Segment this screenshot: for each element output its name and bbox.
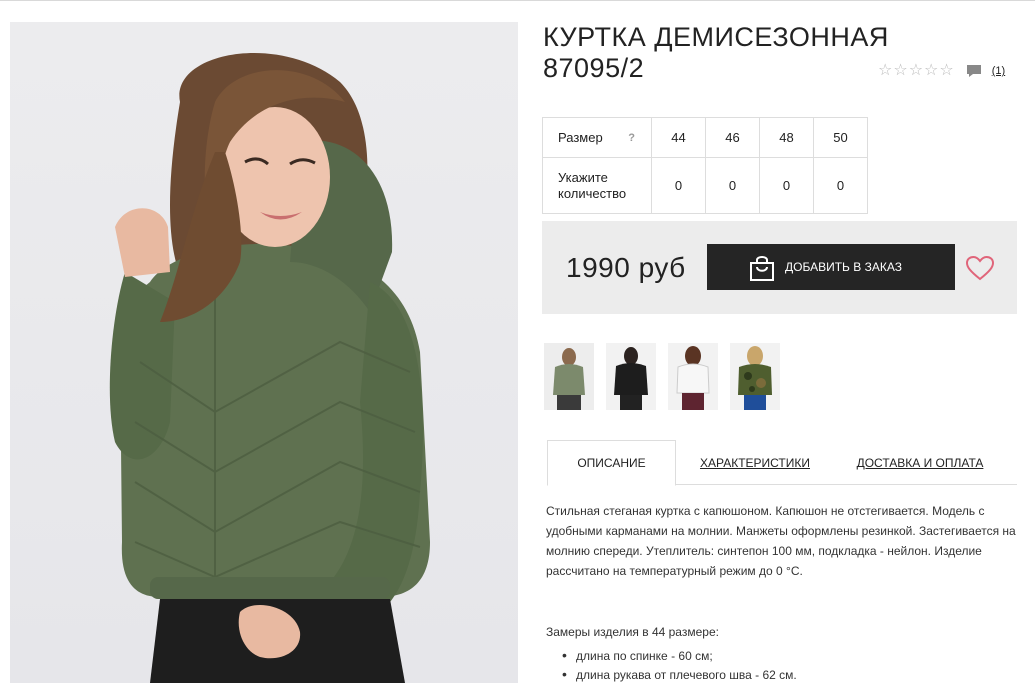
size-44: 44 — [651, 117, 706, 158]
thumbnail-image — [730, 343, 780, 410]
star-icon[interactable]: ☆ — [878, 63, 892, 79]
size-46: 46 — [705, 117, 760, 158]
size-label-cell: Размер ? — [542, 117, 652, 158]
quantity-input-48[interactable]: 0 — [759, 157, 814, 214]
star-icon[interactable]: ☆ — [909, 63, 923, 79]
thumbnail-camouflage[interactable] — [730, 343, 780, 410]
star-icon[interactable]: ☆ — [893, 63, 907, 79]
list-item: длина рукава от плечевого шва - 62 см. — [562, 665, 797, 683]
price: 1990 руб — [566, 252, 686, 283]
tab-delivery-payment[interactable]: ДОСТАВКА И ОПЛАТА — [855, 440, 985, 485]
add-to-order-label: ДОБАВИТЬ В ЗАКАЗ — [785, 260, 902, 274]
review-count-link[interactable]: (1) — [992, 65, 1005, 77]
size-label: Размер — [558, 129, 603, 145]
quantity-input-50[interactable]: 0 — [813, 157, 868, 214]
color-thumbnails — [544, 343, 780, 410]
measurements-title: Замеры изделия в 44 размере: — [546, 625, 719, 639]
size-table: Размер ? 44 46 48 50 Укажите количество … — [542, 117, 868, 214]
product-title-line1: КУРТКА ДЕМИСЕЗОННАЯ — [543, 22, 889, 52]
quantity-row: Укажите количество 0 0 0 0 — [542, 157, 868, 214]
size-50: 50 — [813, 117, 868, 158]
comment-icon[interactable] — [966, 64, 982, 78]
product-tabs: ОПИСАНИЕ ХАРАКТЕРИСТИКИ ДОСТАВКА И ОПЛАТ… — [547, 440, 1017, 486]
thumbnail-khaki[interactable] — [544, 343, 594, 410]
product-main-image[interactable] — [10, 22, 518, 683]
model-illustration — [109, 53, 430, 683]
measurements-list: длина по спинке - 60 см; длина рукава от… — [562, 646, 797, 683]
tab-specifications[interactable]: ХАРАКТЕРИСТИКИ — [695, 440, 815, 485]
rating-stars[interactable]: ☆ ☆ ☆ ☆ ☆ — [878, 63, 954, 79]
rating-block: ☆ ☆ ☆ ☆ ☆ (1) — [878, 63, 1005, 79]
product-article: 87095/2 — [543, 53, 645, 83]
buy-box: 1990 руб ДОБАВИТЬ В ЗАКАЗ — [542, 221, 1017, 314]
list-item: длина по спинке - 60 см; — [562, 646, 797, 665]
star-icon[interactable]: ☆ — [924, 63, 938, 79]
star-icon[interactable]: ☆ — [939, 63, 953, 79]
thumbnail-black[interactable] — [606, 343, 656, 410]
help-icon[interactable]: ? — [628, 130, 635, 146]
top-divider — [0, 0, 1035, 1]
tab-description[interactable]: ОПИСАНИЕ — [547, 440, 676, 486]
quantity-label: Укажите количество — [542, 157, 652, 214]
thumbnail-image — [544, 343, 594, 410]
size-row: Размер ? 44 46 48 50 — [542, 117, 868, 158]
description-text: Стильная стеганая куртка с капюшоном. Ка… — [546, 504, 1016, 578]
shopping-bag-icon — [750, 256, 774, 281]
thumbnail-white[interactable] — [668, 343, 718, 410]
quantity-input-44[interactable]: 0 — [651, 157, 706, 214]
heart-icon[interactable] — [965, 255, 995, 281]
size-48: 48 — [759, 117, 814, 158]
quantity-input-46[interactable]: 0 — [705, 157, 760, 214]
thumbnail-image — [668, 343, 718, 410]
add-to-order-button[interactable]: ДОБАВИТЬ В ЗАКАЗ — [707, 244, 955, 290]
thumbnail-image — [606, 343, 656, 410]
